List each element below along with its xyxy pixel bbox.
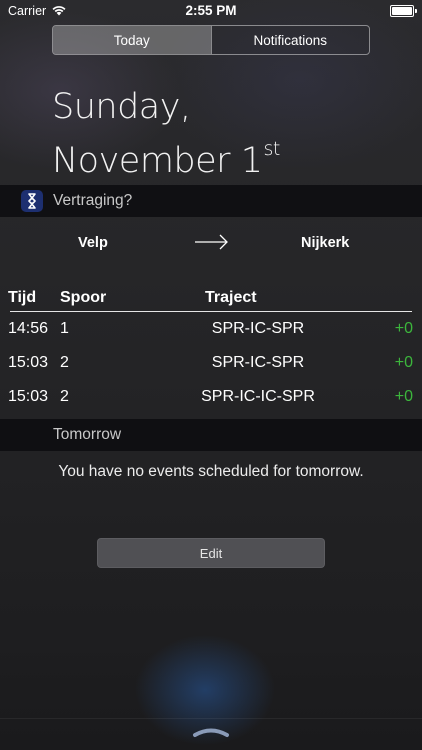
table-header: Tijd Spoor Traject: [8, 284, 412, 312]
column-header-spoor: Spoor: [60, 289, 107, 306]
tomorrow-title: Tomorrow: [53, 426, 122, 443]
departures-table: Tijd Spoor Traject 14:56 1 SPR-IC-SPR +0…: [8, 284, 413, 414]
delay: +0: [394, 354, 413, 371]
vertraging-app-icon: [21, 190, 43, 212]
widget-header-tomorrow[interactable]: Tomorrow: [0, 419, 422, 451]
right-arrow-icon: [195, 234, 228, 250]
platform: 2: [60, 354, 69, 371]
date-heading: Sunday, November 1st: [52, 86, 280, 182]
date-month-day: November 1st: [52, 128, 280, 182]
route-to: Nijkerk: [301, 235, 350, 251]
status-bar: Carrier 2:55 PM: [0, 0, 422, 22]
table-row[interactable]: 14:56 1 SPR-IC-SPR +0: [8, 312, 413, 346]
departure-time: 15:03: [8, 388, 49, 405]
tab-today[interactable]: Today: [53, 26, 211, 54]
date-weekday: Sunday,: [52, 87, 191, 127]
no-events-message: You have no events scheduled for tomorro…: [58, 463, 364, 480]
route-type: SPR-IC-SPR: [211, 320, 305, 337]
today-notifications-segmented-control: Today Notifications: [52, 25, 370, 55]
date-ordinal-suffix: st: [263, 138, 280, 160]
chevron-up-grabber-icon[interactable]: [192, 725, 230, 739]
widget-title: Vertraging?: [53, 192, 133, 209]
platform: 1: [60, 320, 69, 337]
divider: [0, 718, 422, 719]
delay: +0: [394, 320, 413, 337]
tab-notifications[interactable]: Notifications: [210, 26, 370, 54]
widget-header-vertraging[interactable]: Vertraging?: [0, 185, 422, 217]
battery-icon: [390, 5, 417, 17]
route-type: SPR-IC-IC-SPR: [201, 388, 315, 405]
edit-button[interactable]: Edit: [97, 538, 325, 568]
status-time: 2:55 PM: [185, 3, 237, 18]
route: Velp Nijkerk: [0, 229, 422, 259]
column-header-traject: Traject: [205, 289, 257, 306]
route-from: Velp: [78, 235, 108, 251]
route-type: SPR-IC-SPR: [211, 354, 305, 371]
departure-time: 15:03: [8, 354, 49, 371]
column-header-tijd: Tijd: [8, 289, 37, 306]
table-row[interactable]: 15:03 2 SPR-IC-SPR +0: [8, 346, 413, 380]
table-row[interactable]: 15:03 2 SPR-IC-IC-SPR +0: [8, 380, 413, 414]
departure-time: 14:56: [8, 320, 49, 337]
delay: +0: [394, 388, 413, 405]
date-month-day-text: November 1: [52, 141, 263, 181]
platform: 2: [60, 388, 69, 405]
